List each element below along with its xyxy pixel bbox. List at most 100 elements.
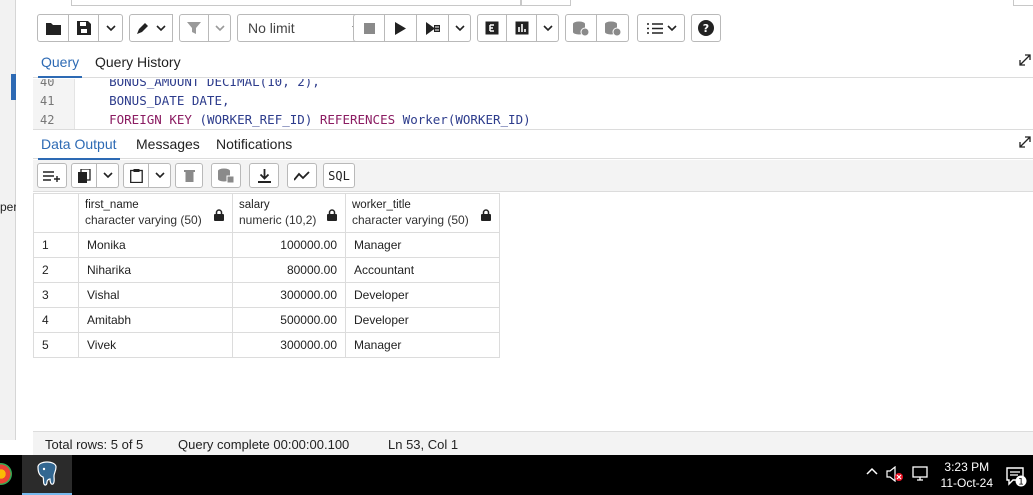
row-number[interactable]: 4 <box>33 307 79 333</box>
notification-count: 1 <box>1018 478 1024 488</box>
tab-query[interactable]: Query <box>37 54 83 78</box>
explain-options-dropdown[interactable] <box>537 14 559 42</box>
paste-options-dropdown[interactable] <box>149 163 171 188</box>
chevron-down-icon <box>666 24 677 31</box>
output-tab-bar: Data Output Messages Notifications <box>33 129 1033 160</box>
pencil-icon <box>137 23 148 34</box>
chevron-down-icon <box>454 24 465 31</box>
table-row[interactable]: 1 Monika 100000.00 Manager <box>33 232 500 258</box>
cell-first-name[interactable]: Amitabh <box>78 307 233 333</box>
expand-icon[interactable] <box>1019 136 1031 148</box>
add-row-icon <box>43 170 60 182</box>
result-grid: first_name character varying (50) salary… <box>33 193 500 358</box>
column-header-salary[interactable]: salary numeric (10,2) <box>232 193 346 233</box>
lock-icon <box>214 209 224 221</box>
tab-notifications[interactable]: Notifications <box>216 136 292 152</box>
table-row[interactable]: 5 Vivek 300000.00 Manager <box>33 332 500 358</box>
table-row[interactable]: 4 Amitabh 500000.00 Developer <box>33 307 500 333</box>
sql-view-button[interactable]: SQL <box>323 163 355 188</box>
rollback-button[interactable] <box>597 14 629 42</box>
cell-salary[interactable]: 100000.00 <box>232 232 346 258</box>
lock-icon <box>481 209 491 221</box>
grid-corner[interactable] <box>33 193 79 233</box>
cell-worker-title[interactable]: Accountant <box>345 257 500 283</box>
cell-first-name[interactable]: Vishal <box>78 282 233 308</box>
cell-first-name[interactable]: Niharika <box>78 257 233 283</box>
column-name: salary <box>239 199 270 211</box>
network-icon[interactable] <box>912 466 930 482</box>
execute-options-dropdown[interactable] <box>449 14 471 42</box>
cell-salary[interactable]: 80000.00 <box>232 257 346 283</box>
cell-worker-title[interactable]: Manager <box>345 232 500 258</box>
pgadmin-taskbar-button[interactable] <box>22 455 72 495</box>
filter-button[interactable] <box>179 14 209 42</box>
column-type: character varying (50) <box>85 213 202 227</box>
top-field-row <box>33 0 1033 8</box>
expand-icon[interactable] <box>1019 54 1031 66</box>
column-header-first-name[interactable]: first_name character varying (50) <box>78 193 233 233</box>
execute-script-button[interactable] <box>417 14 449 42</box>
notification-icon[interactable]: 1 <box>1005 465 1027 487</box>
paste-button[interactable] <box>123 163 149 188</box>
table-row[interactable]: 2 Niharika 80000.00 Accountant <box>33 257 500 283</box>
chrome-icon[interactable] <box>0 463 12 485</box>
stop-button[interactable] <box>353 14 385 42</box>
save-file-button[interactable] <box>69 14 99 42</box>
cell-worker-title[interactable]: Developer <box>345 307 500 333</box>
macros-button[interactable] <box>637 14 685 42</box>
filter-dropdown[interactable] <box>209 14 231 42</box>
cell-salary[interactable]: 500000.00 <box>232 307 346 333</box>
sql-editor[interactable]: 40 41 42 BONUS_AMOUNT DECIMAL(10, 2), BO… <box>33 79 1033 129</box>
help-button[interactable]: ? <box>691 14 721 42</box>
cell-salary[interactable]: 300000.00 <box>232 282 346 308</box>
left-gap <box>16 192 33 440</box>
download-button[interactable] <box>249 163 279 188</box>
explain-button[interactable] <box>477 14 507 42</box>
elephant-icon <box>37 461 57 486</box>
column-type: character varying (50) <box>352 213 469 227</box>
system-clock[interactable]: 3:23 PM 11-Oct-24 <box>941 459 993 491</box>
code-line: BONUS_AMOUNT DECIMAL(10, 2), <box>79 79 320 89</box>
chevron-up-icon[interactable] <box>866 467 878 475</box>
play-script-icon <box>425 21 440 35</box>
tab-data-output[interactable]: Data Output <box>38 136 119 160</box>
connection-field[interactable] <box>71 0 521 6</box>
clock-date: 11-Oct-24 <box>940 476 993 490</box>
copy-button[interactable] <box>71 163 97 188</box>
column-header-worker-title[interactable]: worker_title character varying (50) <box>345 193 500 233</box>
speaker-muted-icon[interactable] <box>886 466 904 482</box>
open-file-button[interactable] <box>37 14 69 42</box>
save-data-button[interactable] <box>211 163 241 188</box>
cell-first-name[interactable]: Vivek <box>78 332 233 358</box>
table-row[interactable]: 3 Vishal 300000.00 Developer <box>33 282 500 308</box>
graph-visualiser-button[interactable] <box>287 163 317 188</box>
lock-icon <box>327 209 337 221</box>
copy-options-dropdown[interactable] <box>97 163 119 188</box>
database-check-icon <box>573 21 589 36</box>
row-number[interactable]: 1 <box>33 232 79 258</box>
save-options-dropdown[interactable] <box>99 14 123 42</box>
explain-icon <box>485 21 499 35</box>
edit-button[interactable] <box>129 14 173 42</box>
row-limit-value: No limit <box>248 20 295 36</box>
data-grid-area: first_name character varying (50) salary… <box>33 193 1033 431</box>
tab-messages[interactable]: Messages <box>136 136 200 152</box>
chevron-down-icon <box>156 24 166 31</box>
tab-query-history[interactable]: Query History <box>95 54 181 70</box>
cell-salary[interactable]: 300000.00 <box>232 332 346 358</box>
execute-button[interactable] <box>385 14 417 42</box>
status-bar: Total rows: 5 of 5 Query complete 00:00:… <box>33 431 1033 455</box>
chevron-down-icon <box>102 172 113 179</box>
explain-analyze-button[interactable] <box>507 14 537 42</box>
add-row-button[interactable] <box>37 163 67 188</box>
row-number[interactable]: 3 <box>33 282 79 308</box>
connection-button[interactable] <box>521 0 571 6</box>
commit-button[interactable] <box>565 14 597 42</box>
cell-worker-title[interactable]: Manager <box>345 332 500 358</box>
cell-first-name[interactable]: Monika <box>78 232 233 258</box>
row-number[interactable]: 2 <box>33 257 79 283</box>
top-right-field[interactable] <box>1013 0 1033 6</box>
cell-worker-title[interactable]: Developer <box>345 282 500 308</box>
delete-button[interactable] <box>175 163 203 188</box>
row-number[interactable]: 5 <box>33 332 79 358</box>
